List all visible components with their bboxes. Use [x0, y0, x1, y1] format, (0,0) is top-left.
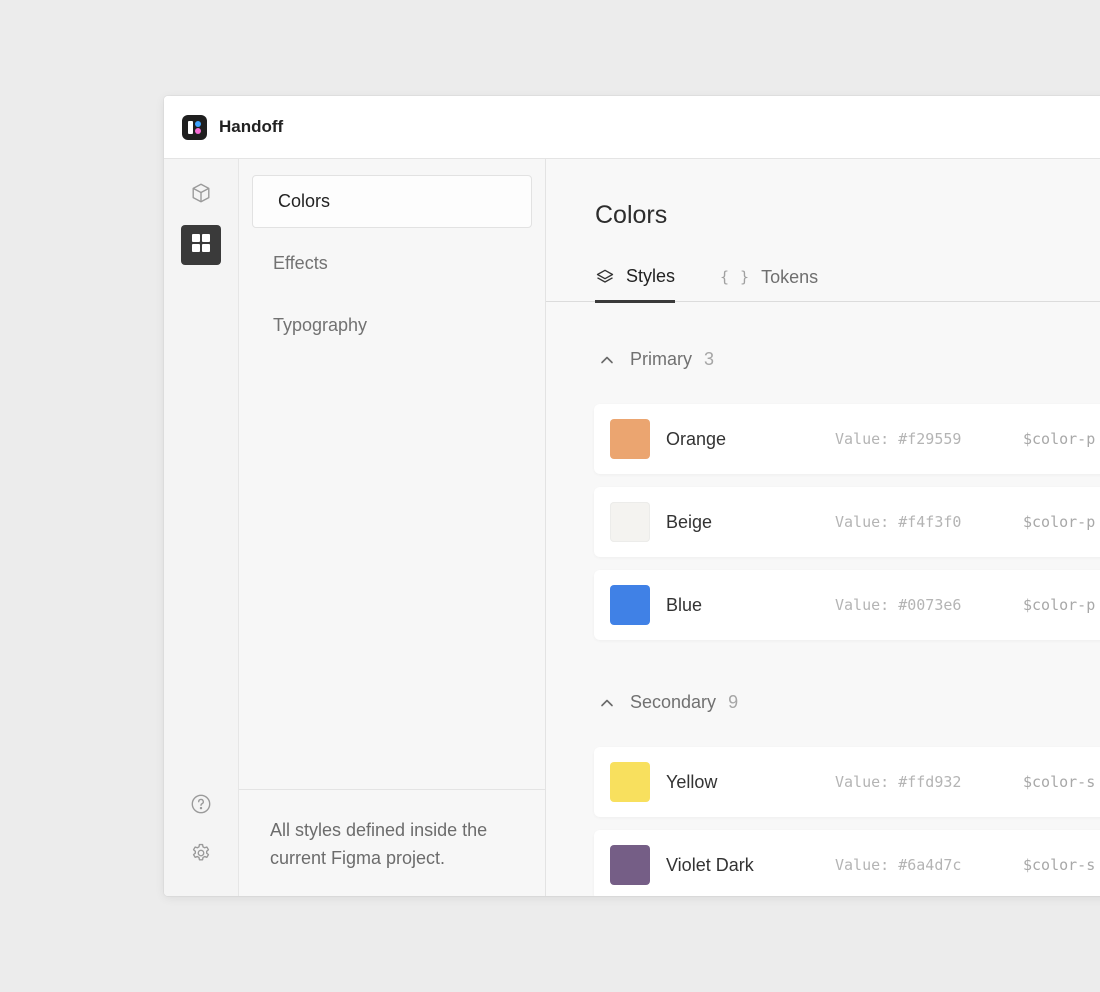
icon-rail [164, 159, 239, 896]
title-bar: Handoff [164, 96, 1100, 159]
gear-icon [190, 842, 212, 869]
color-token: $color-p [1023, 430, 1096, 448]
subnav-item-effects[interactable]: Effects [252, 237, 532, 290]
cube-icon [190, 182, 212, 209]
subnav-item-typography[interactable]: Typography [252, 299, 532, 352]
braces-icon: { } [720, 268, 751, 286]
color-swatch [610, 502, 650, 542]
main-content: Colors Styles { } Tokens Primary 3 Orang… [546, 159, 1100, 896]
color-row-orange[interactable]: Orange Value: #f29559 $color-p [594, 404, 1100, 474]
color-swatch [610, 762, 650, 802]
subnav-item-colors[interactable]: Colors [252, 175, 532, 228]
color-value: Value: #0073e6 [835, 596, 962, 614]
color-name: Yellow [666, 772, 718, 792]
color-swatch [610, 585, 650, 625]
chevron-up-icon [599, 352, 615, 368]
color-value: Value: #6a4d7c [835, 856, 962, 874]
color-token: $color-s [1023, 773, 1096, 791]
page-title: Colors [595, 201, 668, 229]
tab-label: Tokens [761, 266, 819, 287]
help-icon [190, 793, 212, 820]
group-name: Primary [630, 349, 692, 369]
view-tabs: Styles { } Tokens [546, 253, 1100, 303]
color-token: $color-p [1023, 513, 1096, 531]
color-row-violet-dark[interactable]: Violet Dark Value: #6a4d7c $color-s [594, 830, 1100, 896]
tab-styles[interactable]: Styles [595, 253, 676, 303]
tab-tokens[interactable]: { } Tokens [720, 253, 818, 301]
subnav-footer-description: All styles defined inside the current Fi… [239, 789, 545, 896]
app-name: Handoff [219, 117, 284, 136]
group-header-primary[interactable]: Primary 3 [599, 349, 714, 370]
color-value: Value: #f4f3f0 [835, 513, 962, 531]
styles-nav-button[interactable] [181, 225, 221, 265]
layers-icon [595, 267, 615, 287]
chevron-up-icon [599, 695, 615, 711]
settings-button[interactable] [181, 835, 221, 875]
color-name: Orange [666, 429, 727, 449]
help-button[interactable] [181, 786, 221, 826]
color-name: Beige [666, 512, 713, 532]
components-nav-button[interactable] [181, 175, 221, 215]
group-header-secondary[interactable]: Secondary 9 [599, 692, 738, 713]
app-window: Handoff Colors Effects Typography All st… [164, 96, 1100, 896]
color-swatch [610, 845, 650, 885]
style-category-nav: Colors Effects Typography All styles def… [239, 159, 546, 896]
tab-label: Styles [626, 266, 676, 286]
color-value: Value: #f29559 [835, 430, 962, 448]
color-name: Violet Dark [666, 855, 754, 875]
color-swatch [610, 419, 650, 459]
color-token: $color-s [1023, 856, 1096, 874]
subnav-item-label: Effects [273, 253, 328, 273]
color-row-beige[interactable]: Beige Value: #f4f3f0 $color-p [594, 487, 1100, 557]
group-name: Secondary [630, 692, 717, 712]
subnav-item-label: Typography [273, 315, 368, 335]
color-value: Value: #ffd932 [835, 773, 962, 791]
grid-icon [191, 233, 211, 258]
color-name: Blue [666, 595, 703, 615]
color-token: $color-p [1023, 596, 1096, 614]
handoff-logo-icon [182, 114, 207, 140]
group-count: 3 [704, 349, 715, 369]
group-count: 9 [728, 692, 739, 712]
color-row-yellow[interactable]: Yellow Value: #ffd932 $color-s [594, 747, 1100, 817]
color-row-blue[interactable]: Blue Value: #0073e6 $color-p [594, 570, 1100, 640]
subnav-item-label: Colors [278, 191, 331, 211]
